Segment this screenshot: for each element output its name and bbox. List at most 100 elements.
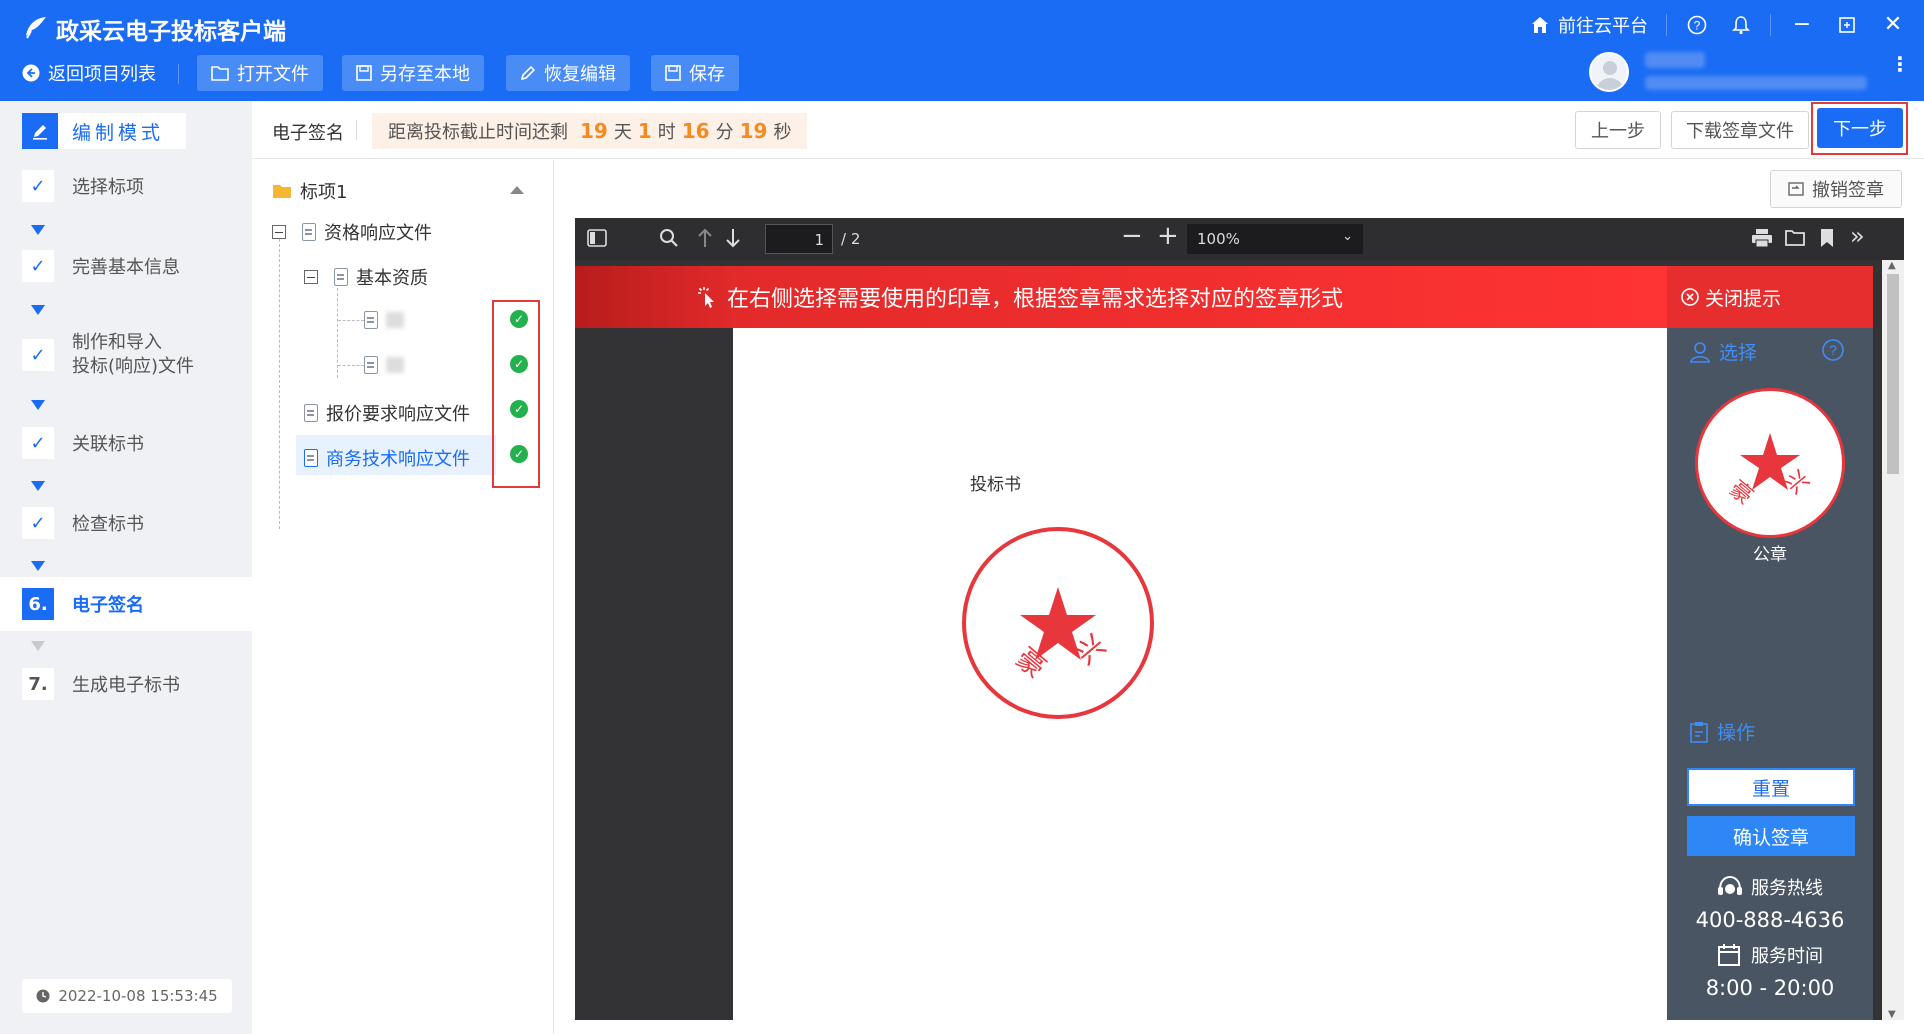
edit-icon xyxy=(520,65,536,81)
title-bar: 政采云电子投标客户端 前往云平台 ? − ✕ 返回项目列表 打开文件 另存至本地… xyxy=(0,0,1924,101)
divider xyxy=(1666,14,1667,36)
check-icon: ✓ xyxy=(22,250,54,282)
down-arrow-icon xyxy=(31,561,45,571)
step-make-import[interactable]: ✓ 制作和导入 投标(响应)文件 xyxy=(22,331,194,379)
calendar-icon xyxy=(1718,944,1740,966)
service-hours: 8:00 - 20:00 xyxy=(1705,976,1835,1000)
pdf-scrollbar[interactable]: ▲ ▼ xyxy=(1882,260,1904,1020)
toolbar: 返回项目列表 打开文件 另存至本地 恢复编辑 保存 xyxy=(0,52,1924,96)
collapse-toggle-icon[interactable] xyxy=(304,270,318,284)
zoom-in-icon[interactable]: + xyxy=(1157,221,1179,251)
save-as-local-button[interactable]: 另存至本地 xyxy=(342,55,484,91)
divider xyxy=(356,120,357,140)
print-icon[interactable] xyxy=(1751,228,1773,248)
step-basic-info[interactable]: ✓ 完善基本信息 xyxy=(22,250,180,282)
open-file-label: 打开文件 xyxy=(237,64,309,85)
close-tip-button[interactable]: 关闭提示 xyxy=(1667,266,1873,328)
svg-text:?: ? xyxy=(1694,19,1701,33)
step-number: 7. xyxy=(22,668,54,700)
revoke-label: 撤销签章 xyxy=(1812,180,1884,201)
tree-node-label: 基本资质 xyxy=(356,268,428,289)
restore-edit-button[interactable]: 恢复编辑 xyxy=(506,55,630,91)
search-icon[interactable] xyxy=(659,228,679,248)
notification-button[interactable] xyxy=(1726,10,1756,40)
down-arrow-icon xyxy=(31,481,45,491)
revoke-icon xyxy=(1788,182,1804,196)
step-label-line2: 投标(响应)文件 xyxy=(72,356,195,377)
username-redacted xyxy=(1645,52,1705,68)
scroll-up-icon[interactable]: ▲ xyxy=(1888,260,1896,271)
open-folder-icon[interactable] xyxy=(1785,228,1805,246)
tree-leaf-redacted[interactable] xyxy=(364,311,404,329)
step-label: 制作和导入 投标(响应)文件 xyxy=(72,331,194,379)
down-arrow-icon xyxy=(31,400,45,410)
home-icon xyxy=(1532,17,1548,33)
cloud-platform-link[interactable]: 前往云平台 xyxy=(1530,12,1648,38)
prev-step-button[interactable]: 上一步 xyxy=(1575,111,1661,149)
current-datetime: 2022-10-08 15:53:45 xyxy=(22,979,232,1013)
step-generate-bid[interactable]: 7. 生成电子标书 xyxy=(22,668,180,700)
step-check-bid[interactable]: ✓ 检查标书 xyxy=(22,507,144,539)
collapse-toggle-icon[interactable] xyxy=(272,225,286,239)
minimize-button[interactable]: − xyxy=(1787,10,1817,40)
close-button[interactable]: ✕ xyxy=(1878,10,1908,40)
sidebar-toggle-icon[interactable] xyxy=(587,229,607,247)
revoke-signature-button[interactable]: 撤销签章 xyxy=(1770,170,1902,208)
reset-button[interactable]: 重置 xyxy=(1687,768,1855,806)
seal-stamp[interactable]: 豪 兴 xyxy=(962,527,1154,719)
check-icon: ✓ xyxy=(22,507,54,539)
user-avatar[interactable] xyxy=(1589,52,1629,92)
tree-node-basic-qualification[interactable]: 基本资质 xyxy=(304,264,428,290)
operate-label: 操作 xyxy=(1717,722,1756,744)
confirm-signature-button[interactable]: 确认签章 xyxy=(1687,816,1855,856)
tree-node-price-response[interactable]: 报价要求响应文件 xyxy=(304,400,470,426)
tree-node-business-tech[interactable]: 商务技术响应文件 xyxy=(304,445,470,471)
back-to-projects-button[interactable]: 返回项目列表 xyxy=(22,60,156,86)
maximize-button[interactable] xyxy=(1832,10,1862,40)
seal-graphic: 豪 兴 xyxy=(1010,587,1112,684)
edit-mode-button[interactable]: 编制模式 xyxy=(22,113,186,149)
step-e-signature[interactable]: 6. 电子签名 xyxy=(22,588,144,620)
step-label: 检查标书 xyxy=(72,514,144,535)
select-section-label: 选择 xyxy=(1689,338,1757,365)
seal-option[interactable]: 豪 兴 xyxy=(1695,388,1845,538)
step-label: 电子签名 xyxy=(72,595,144,616)
zoom-out-icon[interactable]: − xyxy=(1121,221,1143,251)
arrow-down-icon[interactable] xyxy=(725,228,741,248)
app-logo-icon xyxy=(26,17,46,39)
hotline-label: 服务热线 xyxy=(1751,878,1823,899)
tree-root[interactable]: 标项1 xyxy=(272,178,347,204)
arrow-up-icon[interactable] xyxy=(697,228,713,248)
tree-leaf-redacted[interactable] xyxy=(364,356,404,374)
step-label: 生成电子标书 xyxy=(72,675,180,696)
countdown-prefix: 距离投标截止时间还剩 xyxy=(388,122,568,143)
tree-line xyxy=(279,239,280,529)
download-signed-file-button[interactable]: 下载签章文件 xyxy=(1671,111,1809,149)
tree-node-qualification[interactable]: 资格响应文件 xyxy=(272,219,432,245)
tree-line xyxy=(338,320,364,321)
help-button[interactable]: ? xyxy=(1682,10,1712,40)
collapse-icon[interactable] xyxy=(510,186,524,194)
highlight-frame xyxy=(492,300,540,488)
arrow-left-circle-icon xyxy=(22,64,40,82)
deadline-countdown: 距离投标截止时间还剩 19 天 1 时 16 分 19 秒 xyxy=(372,113,808,149)
step-link-bid[interactable]: ✓ 关联标书 xyxy=(22,427,144,459)
page-number-input[interactable]: 1 xyxy=(765,224,833,254)
save-label: 保存 xyxy=(689,64,725,85)
save-button[interactable]: 保存 xyxy=(651,55,739,91)
help-circle-icon[interactable]: ? xyxy=(1821,338,1845,362)
zoom-select[interactable]: 100% ⌄ xyxy=(1187,224,1363,254)
scroll-down-icon[interactable]: ▼ xyxy=(1888,1009,1896,1020)
more-menu-icon[interactable]: ⋮ xyxy=(1890,54,1910,74)
double-chevron-right-icon[interactable]: » xyxy=(1850,222,1865,250)
zoom-value: 100% xyxy=(1197,230,1240,248)
check-icon: ✓ xyxy=(22,339,54,371)
folder-icon xyxy=(211,66,229,81)
scrollbar-thumb[interactable] xyxy=(1887,274,1899,474)
open-file-button[interactable]: 打开文件 xyxy=(197,55,323,91)
datetime-text: 2022-10-08 15:53:45 xyxy=(58,987,218,1005)
down-arrow-icon xyxy=(31,305,45,315)
step-select-lot[interactable]: ✓ 选择标项 xyxy=(22,170,144,202)
chevron-down-icon: ⌄ xyxy=(1342,229,1353,244)
bookmark-icon[interactable] xyxy=(1820,228,1834,248)
